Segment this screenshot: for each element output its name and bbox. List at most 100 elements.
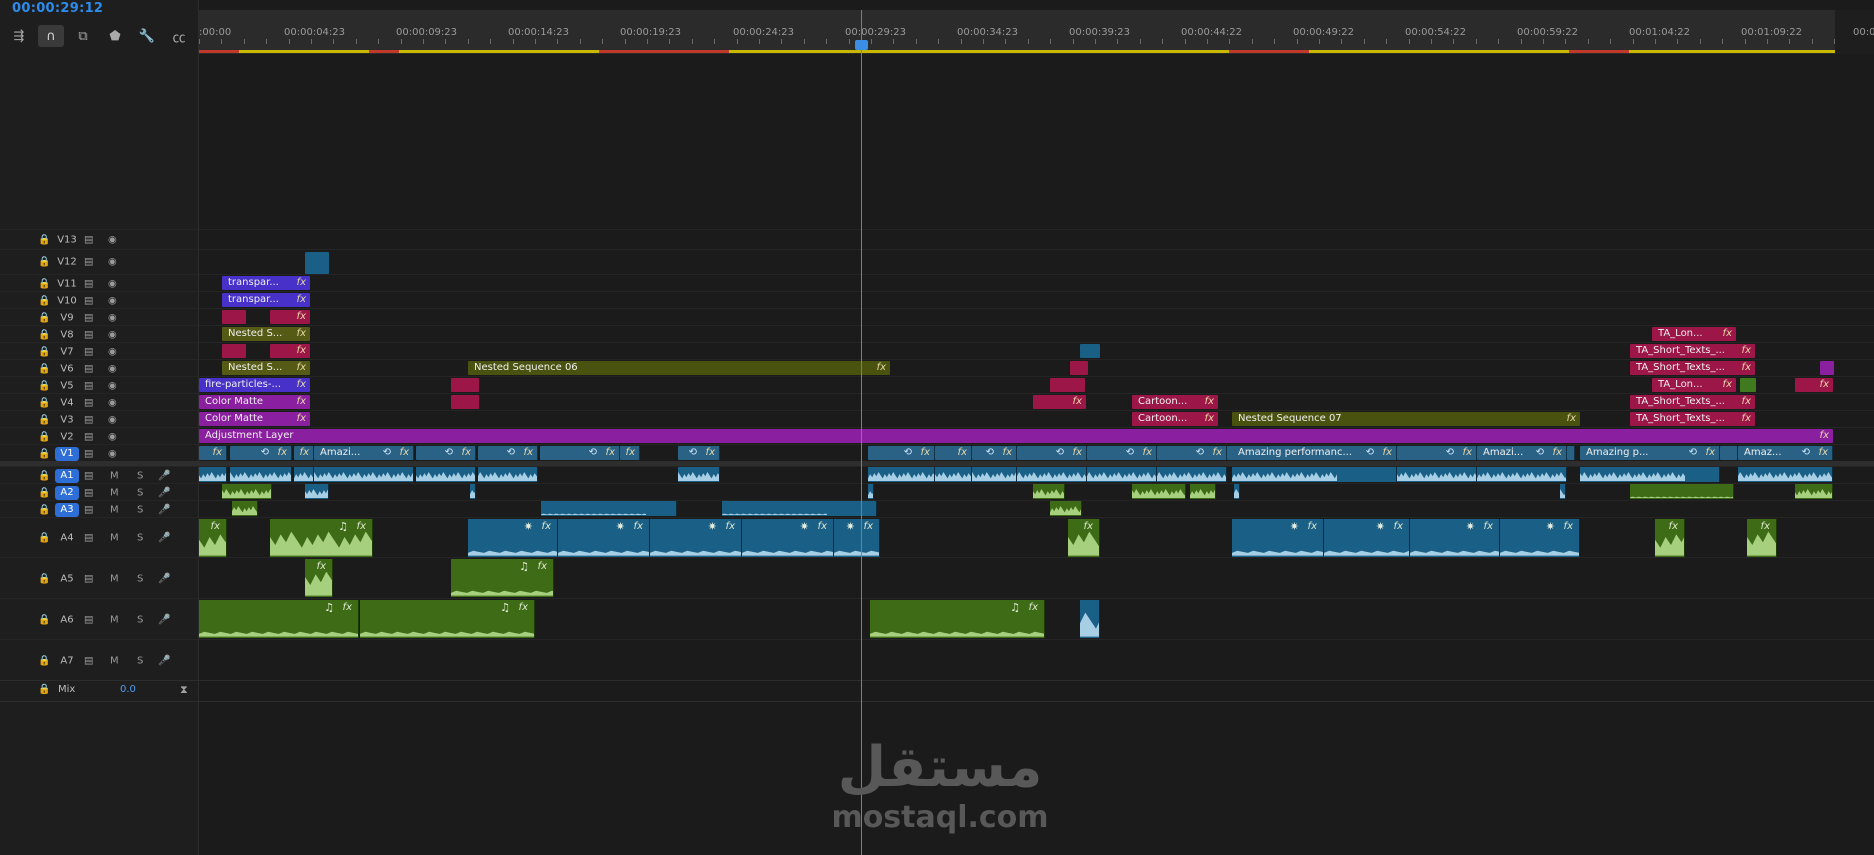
- wrench-icon[interactable]: 🔧: [134, 25, 160, 47]
- mute-button[interactable]: M: [110, 504, 119, 515]
- sync-lock-icon[interactable]: ▤: [84, 363, 93, 374]
- audio-clip[interactable]: fx ✷: [1410, 519, 1500, 557]
- track-name[interactable]: A6: [55, 614, 79, 625]
- lock-icon[interactable]: 🔒: [38, 329, 50, 340]
- track-name[interactable]: A7: [55, 655, 79, 666]
- time-ruler[interactable]: :00:00 00:00:04:23 00:00:09:23 00:00:14:23 0…: [199, 10, 1835, 54]
- eye-icon[interactable]: ◉: [108, 431, 117, 442]
- sync-lock-icon[interactable]: ▤: [84, 431, 93, 442]
- lock-icon[interactable]: 🔒: [38, 431, 50, 442]
- clip[interactable]: fx: [270, 344, 310, 358]
- eye-icon[interactable]: ◉: [108, 397, 117, 408]
- audio-clip[interactable]: [222, 484, 272, 499]
- track-name[interactable]: V12: [55, 257, 79, 268]
- solo-button[interactable]: S: [137, 614, 143, 625]
- clip[interactable]: Nested Sequence 06 fx: [468, 361, 890, 375]
- track-name[interactable]: V5: [55, 380, 79, 391]
- clip[interactable]: fx ⟲: [1397, 446, 1477, 460]
- mix-volume-value[interactable]: 0.0: [120, 684, 136, 695]
- audio-clip[interactable]: [230, 467, 292, 482]
- lock-icon[interactable]: 🔒: [38, 448, 50, 459]
- clip[interactable]: Amazing performanc... fx ⟲: [1232, 446, 1397, 460]
- track-name[interactable]: A3: [55, 502, 79, 517]
- clip[interactable]: Nested S... fx: [222, 361, 310, 375]
- audio-clip[interactable]: [1132, 484, 1186, 499]
- solo-button[interactable]: S: [137, 504, 143, 515]
- audio-clip[interactable]: [935, 467, 972, 482]
- clip[interactable]: fx: [935, 446, 972, 460]
- lock-icon[interactable]: 🔒: [38, 312, 50, 323]
- clip[interactable]: [1740, 378, 1756, 392]
- clip[interactable]: Amazi... fx ⟲: [314, 446, 414, 460]
- lock-icon[interactable]: 🔒: [38, 346, 50, 357]
- audio-clip[interactable]: fx ♫: [360, 600, 535, 638]
- microphone-icon[interactable]: 🎤: [158, 614, 170, 625]
- track-name[interactable]: V11: [55, 278, 79, 289]
- snap-icon[interactable]: ∩: [38, 25, 64, 47]
- track-name[interactable]: V6: [55, 363, 79, 374]
- track-name[interactable]: A4: [55, 533, 79, 544]
- clip[interactable]: [451, 395, 479, 409]
- eye-icon[interactable]: ◉: [108, 257, 117, 268]
- eye-icon[interactable]: ◉: [108, 278, 117, 289]
- microphone-icon[interactable]: 🎤: [158, 470, 170, 481]
- lock-icon[interactable]: 🔒: [38, 614, 50, 625]
- clip[interactable]: [1050, 378, 1085, 392]
- microphone-icon[interactable]: 🎤: [158, 504, 170, 515]
- captions-icon[interactable]: ㏄: [166, 25, 192, 47]
- clip[interactable]: [222, 310, 246, 324]
- linked-selection-icon[interactable]: ⧉: [70, 25, 96, 47]
- sync-lock-icon[interactable]: ▤: [84, 487, 93, 498]
- audio-clip[interactable]: [868, 467, 935, 482]
- clip[interactable]: fire-particles-... fx: [199, 378, 310, 392]
- solo-button[interactable]: S: [137, 533, 143, 544]
- audio-clip[interactable]: [1080, 600, 1100, 638]
- track-name[interactable]: V1: [55, 446, 79, 461]
- audio-clip[interactable]: [1157, 467, 1227, 482]
- mute-button[interactable]: M: [110, 614, 119, 625]
- lock-icon[interactable]: 🔒: [38, 295, 50, 306]
- clip[interactable]: Nested S... fx: [222, 327, 310, 341]
- track-name[interactable]: V10: [55, 295, 79, 306]
- track-name[interactable]: V13: [55, 235, 79, 246]
- clip[interactable]: Nested Sequence 07 fx: [1232, 412, 1580, 426]
- audio-clip[interactable]: [1234, 484, 1240, 499]
- sync-lock-icon[interactable]: ▤: [84, 312, 93, 323]
- playhead-timecode[interactable]: 00:00:29:12: [12, 1, 103, 16]
- clip[interactable]: fx ⟲: [1017, 446, 1087, 460]
- audio-clip[interactable]: [1232, 467, 1397, 482]
- clip[interactable]: [1720, 446, 1738, 460]
- audio-clip[interactable]: fx ✷: [650, 519, 742, 557]
- mute-button[interactable]: M: [110, 487, 119, 498]
- clip[interactable]: [1070, 361, 1088, 375]
- audio-clip[interactable]: [972, 467, 1017, 482]
- clip[interactable]: fx: [620, 446, 640, 460]
- lock-icon[interactable]: 🔒: [38, 487, 50, 498]
- clip[interactable]: TA_Short_Texts_... fx: [1630, 344, 1755, 358]
- audio-clip[interactable]: [232, 501, 258, 516]
- audio-clip[interactable]: fx ✷: [834, 519, 880, 557]
- microphone-icon[interactable]: 🎤: [158, 655, 170, 666]
- clip[interactable]: fx ⟲: [972, 446, 1017, 460]
- audio-clip[interactable]: [416, 467, 476, 482]
- audio-clip[interactable]: fx ♫: [870, 600, 1045, 638]
- audio-clip[interactable]: [678, 467, 720, 482]
- lock-icon[interactable]: 🔒: [38, 533, 50, 544]
- audio-clip[interactable]: [1580, 467, 1720, 482]
- track-name[interactable]: A5: [55, 573, 79, 584]
- audio-clip[interactable]: fx ✷: [1232, 519, 1324, 557]
- clip[interactable]: fx: [1795, 378, 1833, 392]
- lock-icon[interactable]: 🔒: [38, 414, 50, 425]
- audio-clip[interactable]: fx ✷: [558, 519, 650, 557]
- clip[interactable]: fx: [1033, 395, 1086, 409]
- lock-icon[interactable]: 🔒: [38, 380, 50, 391]
- clip[interactable]: Color Matte fx: [199, 412, 310, 426]
- audio-clip[interactable]: fx ♫: [451, 559, 554, 597]
- audio-clip[interactable]: [1050, 501, 1082, 516]
- mix-expand-icon[interactable]: ⧗: [180, 683, 188, 697]
- sync-lock-icon[interactable]: ▤: [84, 448, 93, 459]
- clip[interactable]: fx ⟲: [230, 446, 292, 460]
- clip[interactable]: fx: [199, 446, 227, 460]
- sync-lock-icon[interactable]: ▤: [84, 235, 93, 246]
- audio-clip[interactable]: [1477, 467, 1567, 482]
